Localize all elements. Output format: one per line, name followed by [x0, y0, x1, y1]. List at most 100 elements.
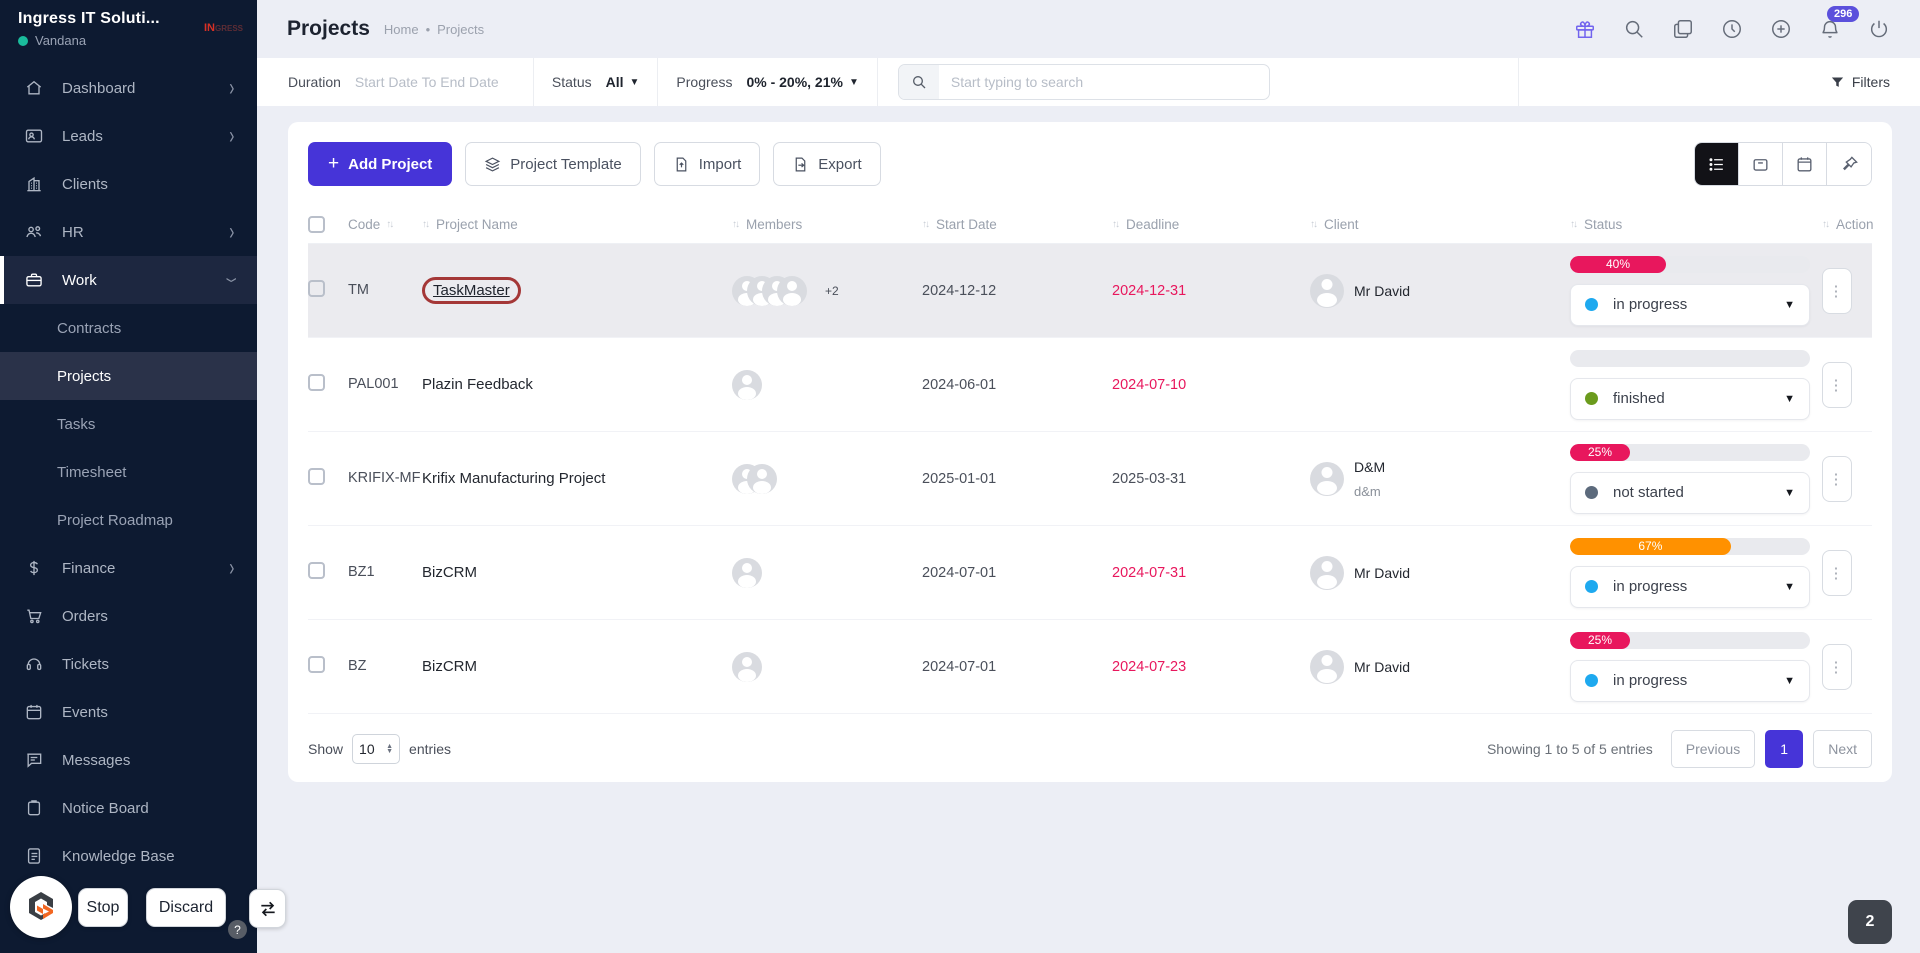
power-icon[interactable]	[1868, 18, 1890, 40]
select-all-checkbox[interactable]	[308, 216, 325, 233]
member-avatar[interactable]	[747, 463, 777, 494]
sidebar-item-orders[interactable]: Orders	[0, 592, 257, 640]
sort-arrows-icon[interactable]: ↑↓	[1112, 219, 1120, 230]
sort-arrows-icon[interactable]: ↑↓	[1822, 219, 1830, 230]
filters-button[interactable]: Filters	[1830, 74, 1890, 90]
sort-arrows-icon[interactable]: ↑↓	[422, 219, 430, 230]
client-avatar[interactable]	[1310, 649, 1344, 684]
sort-arrows-icon[interactable]: ↑↓	[922, 219, 930, 230]
project-name-link[interactable]: Plazin Feedback	[422, 376, 533, 393]
stop-button[interactable]: Stop	[78, 888, 128, 927]
status-filter[interactable]: Status All ▼	[534, 58, 659, 106]
members-extra-count[interactable]: +2	[825, 284, 839, 298]
client-name[interactable]: Mr David	[1354, 659, 1410, 675]
plus-circle-icon[interactable]	[1770, 18, 1792, 40]
status-dropdown[interactable]: finished ▼	[1570, 377, 1810, 420]
sidebar-item-messages[interactable]: Messages	[0, 736, 257, 784]
sidebar-item-tickets[interactable]: Tickets	[0, 640, 257, 688]
status-dropdown[interactable]: in progress ▼	[1570, 565, 1810, 608]
add-project-button[interactable]: + Add Project	[308, 142, 453, 186]
member-avatar[interactable]	[732, 557, 762, 588]
sidebar-item-projects[interactable]: Projects	[0, 352, 257, 400]
sidebar-item-project-roadmap[interactable]: Project Roadmap	[0, 496, 257, 544]
next-page-button[interactable]: Next	[1813, 730, 1872, 768]
sidebar-item-dashboard[interactable]: Dashboard ›	[0, 64, 257, 112]
sort-arrows-icon[interactable]: ↑↓	[1310, 219, 1318, 230]
member-avatar[interactable]	[732, 369, 762, 400]
sidebar-item-knowledge-base[interactable]: Knowledge Base	[0, 832, 257, 880]
company-name[interactable]: Ingress IT Soluti...	[18, 10, 160, 28]
import-button[interactable]: Import	[653, 142, 761, 186]
status-dropdown[interactable]: not started ▼	[1570, 471, 1810, 514]
discard-button[interactable]: Discard	[146, 888, 226, 927]
column-header-start-date[interactable]: ↑↓ Start Date	[922, 217, 1112, 232]
status-dropdown[interactable]: in progress ▼	[1570, 283, 1810, 326]
breadcrumb-home[interactable]: Home	[384, 22, 419, 37]
calendar-view-button[interactable]	[1783, 143, 1827, 185]
entries-stepper[interactable]: 10 ▲ ▼	[352, 734, 401, 764]
previous-page-button[interactable]: Previous	[1670, 730, 1756, 768]
column-header-action[interactable]: ↑↓ Action	[1822, 217, 1874, 232]
sidebar-item-events[interactable]: Events	[0, 688, 257, 736]
row-actions-button[interactable]: ⋮	[1822, 643, 1852, 690]
sort-arrows-icon[interactable]: ↑↓	[386, 219, 394, 230]
export-button[interactable]: Export	[773, 142, 881, 186]
client-name[interactable]: D&M	[1354, 459, 1385, 475]
client-name[interactable]: Mr David	[1354, 565, 1410, 581]
sidebar-item-leads[interactable]: Leads ›	[0, 112, 257, 160]
column-header-deadline[interactable]: ↑↓ Deadline	[1112, 217, 1310, 232]
row-actions-button[interactable]: ⋮	[1822, 267, 1852, 314]
project-template-button[interactable]: Project Template	[465, 142, 641, 186]
bell-icon[interactable]: 296	[1819, 6, 1860, 40]
sidebar-item-clients[interactable]: Clients	[0, 160, 257, 208]
gift-icon[interactable]	[1574, 18, 1596, 40]
sort-arrows-icon[interactable]: ↑↓	[732, 219, 740, 230]
swap-button[interactable]	[249, 889, 286, 928]
board-view-button[interactable]	[1739, 143, 1783, 185]
search-input[interactable]	[938, 74, 1269, 90]
row-actions-button[interactable]: ⋮	[1822, 549, 1852, 596]
pin-view-button[interactable]	[1827, 143, 1871, 185]
sidebar-item-notice-board[interactable]: Notice Board	[0, 784, 257, 832]
client-avatar[interactable]	[1310, 461, 1344, 496]
list-view-button[interactable]	[1695, 143, 1739, 185]
row-checkbox[interactable]	[308, 656, 325, 673]
notes-icon[interactable]	[1672, 18, 1694, 40]
row-actions-button[interactable]: ⋮	[1822, 361, 1852, 408]
project-name-link[interactable]: BizCRM	[422, 564, 477, 581]
corner-count-badge[interactable]: 2	[1848, 900, 1892, 944]
column-header-status[interactable]: ↑↓ Status	[1570, 217, 1822, 232]
project-name-link[interactable]: TaskMaster	[433, 282, 510, 299]
column-header-members[interactable]: ↑↓ Members	[732, 217, 922, 232]
project-name-link[interactable]: BizCRM	[422, 658, 477, 675]
client-avatar[interactable]	[1310, 273, 1344, 308]
row-checkbox[interactable]	[308, 280, 325, 297]
progress-value[interactable]: 0% - 20%, 21%	[746, 74, 843, 90]
row-checkbox[interactable]	[308, 562, 325, 579]
page-1-button[interactable]: 1	[1765, 730, 1804, 768]
duration-input[interactable]	[354, 74, 515, 90]
column-header-client[interactable]: ↑↓ Client	[1310, 217, 1570, 232]
sidebar-item-hr[interactable]: HR ›	[0, 208, 257, 256]
sidebar-item-finance[interactable]: Finance ›	[0, 544, 257, 592]
progress-filter[interactable]: Progress 0% - 20%, 21% ▼	[658, 58, 878, 106]
sidebar-item-work[interactable]: Work ›	[0, 256, 257, 304]
project-name-link[interactable]: Krifix Manufacturing Project	[422, 470, 605, 487]
help-badge[interactable]: ?	[228, 920, 247, 939]
sidebar-item-contracts[interactable]: Contracts	[0, 304, 257, 352]
member-avatar[interactable]	[777, 275, 807, 306]
column-header-project-name[interactable]: ↑↓ Project Name	[422, 217, 732, 232]
clock-icon[interactable]	[1721, 18, 1743, 40]
sidebar-item-tasks[interactable]: Tasks	[0, 400, 257, 448]
client-name[interactable]: Mr David	[1354, 283, 1410, 299]
row-checkbox[interactable]	[308, 468, 325, 485]
client-avatar[interactable]	[1310, 555, 1344, 590]
column-header-code[interactable]: Code ↑↓	[348, 217, 422, 232]
row-checkbox[interactable]	[308, 374, 325, 391]
status-value[interactable]: All	[606, 74, 624, 90]
sidebar-item-timesheet[interactable]: Timesheet	[0, 448, 257, 496]
search-icon[interactable]	[1623, 18, 1645, 40]
row-actions-button[interactable]: ⋮	[1822, 455, 1852, 502]
status-dropdown[interactable]: in progress ▼	[1570, 659, 1810, 702]
stepper-arrows-icon[interactable]: ▲ ▼	[386, 743, 393, 755]
